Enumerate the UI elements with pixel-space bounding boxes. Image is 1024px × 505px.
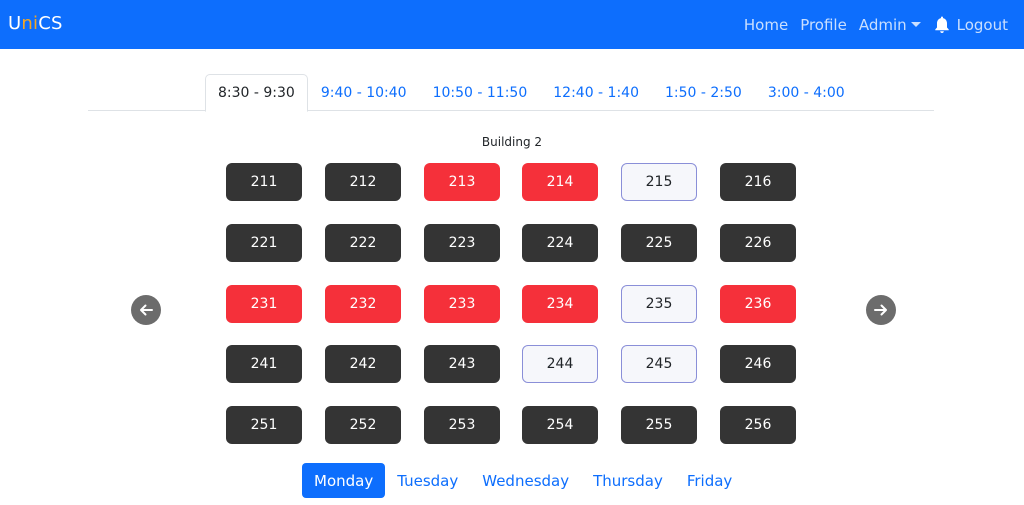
arrow-left-icon [140, 304, 153, 316]
room-225-button[interactable]: 225 [621, 224, 697, 262]
room-256-button[interactable]: 256 [720, 406, 796, 444]
nav-links: Home Profile Admin Logout [732, 0, 1008, 49]
room-214-button[interactable]: 214 [522, 163, 598, 201]
time-slot-tab[interactable]: 1:50 - 2:50 [652, 74, 755, 111]
room-211-button[interactable]: 211 [226, 163, 302, 201]
room-253-button[interactable]: 253 [424, 406, 500, 444]
time-slot-tab[interactable]: 10:50 - 11:50 [420, 74, 541, 111]
time-slot-tab[interactable]: 3:00 - 4:00 [755, 74, 858, 111]
brand-logo[interactable]: UniCS [8, 13, 63, 34]
room-254-button[interactable]: 254 [522, 406, 598, 444]
room-244-button[interactable]: 244 [522, 345, 598, 383]
day-tuesday-button[interactable]: Tuesday [385, 463, 470, 498]
arrow-right-icon [874, 304, 887, 316]
top-navbar: UniCS Home Profile Admin Logout [0, 0, 1024, 49]
room-241-button[interactable]: 241 [226, 345, 302, 383]
room-213-button[interactable]: 213 [424, 163, 500, 201]
room-255-button[interactable]: 255 [621, 406, 697, 444]
room-226-button[interactable]: 226 [720, 224, 796, 262]
room-252-button[interactable]: 252 [325, 406, 401, 444]
room-243-button[interactable]: 243 [424, 345, 500, 383]
next-building-button[interactable] [866, 295, 896, 325]
room-251-button[interactable]: 251 [226, 406, 302, 444]
room-221-button[interactable]: 221 [226, 224, 302, 262]
time-slot-tab-list: 8:30 - 9:30 9:40 - 10:40 10:50 - 11:50 12:4… [205, 74, 858, 112]
room-232-button[interactable]: 232 [325, 285, 401, 323]
room-242-button[interactable]: 242 [325, 345, 401, 383]
nav-admin-dropdown[interactable]: Admin [859, 16, 921, 34]
nav-profile-link[interactable]: Profile [800, 16, 847, 34]
time-slot-tab[interactable]: 12:40 - 1:40 [540, 74, 652, 111]
nav-logout-link[interactable]: Logout [957, 16, 1008, 34]
day-friday-button[interactable]: Friday [675, 463, 744, 498]
room-231-button[interactable]: 231 [226, 285, 302, 323]
bell-icon[interactable] [933, 15, 951, 35]
room-246-button[interactable]: 246 [720, 345, 796, 383]
day-monday-button[interactable]: Monday [302, 463, 386, 498]
caret-down-icon [910, 22, 921, 27]
room-223-button[interactable]: 223 [424, 224, 500, 262]
room-236-button[interactable]: 236 [720, 285, 796, 323]
day-wednesday-button[interactable]: Wednesday [470, 463, 581, 498]
room-212-button[interactable]: 212 [325, 163, 401, 201]
time-slot-tab[interactable]: 8:30 - 9:30 [205, 74, 308, 112]
room-233-button[interactable]: 233 [424, 285, 500, 323]
room-224-button[interactable]: 224 [522, 224, 598, 262]
room-235-button[interactable]: 235 [621, 285, 697, 323]
day-selector: Monday Tuesday Wednesday Thursday Friday [302, 463, 744, 498]
nav-home-link[interactable]: Home [744, 16, 788, 34]
time-slot-tabs: 8:30 - 9:30 9:40 - 10:40 10:50 - 11:50 12:4… [88, 74, 934, 112]
room-215-button[interactable]: 215 [621, 163, 697, 201]
prev-building-button[interactable] [131, 295, 161, 325]
room-245-button[interactable]: 245 [621, 345, 697, 383]
building-label: Building 2 [481, 135, 543, 149]
room-234-button[interactable]: 234 [522, 285, 598, 323]
time-slot-tab[interactable]: 9:40 - 10:40 [308, 74, 420, 111]
day-thursday-button[interactable]: Thursday [581, 463, 675, 498]
room-216-button[interactable]: 216 [720, 163, 796, 201]
room-222-button[interactable]: 222 [325, 224, 401, 262]
